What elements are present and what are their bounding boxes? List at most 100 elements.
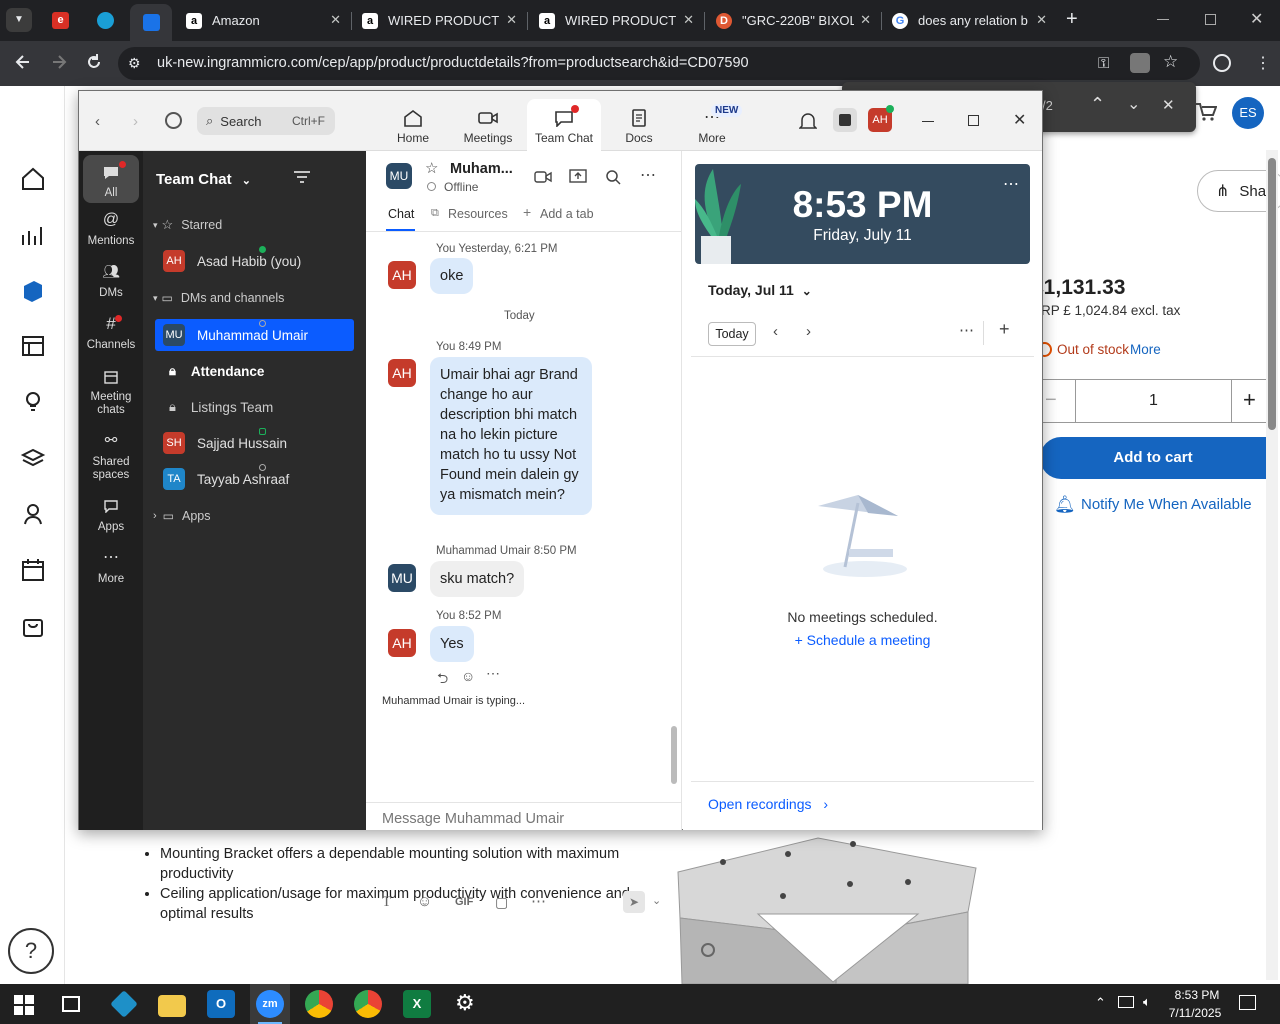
pinned-tab-icon[interactable]: e [52,12,69,29]
menu-icon[interactable]: ⋮ [1255,53,1271,73]
help-icon[interactable]: ? [8,928,54,974]
tab-add[interactable]: Add a tab [540,207,594,221]
shopping-bag-icon[interactable] [20,613,46,639]
list-title[interactable]: Team Chat ⌄ [156,171,251,188]
bookmark-star-icon[interactable]: ☆ [1163,52,1178,72]
chat-item-self[interactable]: AH Asad Habib (you) [155,245,354,277]
dms-section[interactable]: ▾ ▭ DMs and channels [153,291,284,305]
whiteboard-icon[interactable] [833,108,857,132]
rail-apps[interactable]: Apps [83,499,139,534]
video-call-icon[interactable] [534,170,552,184]
outlook-icon[interactable]: O [207,990,235,1018]
open-recordings-link[interactable]: Open recordings › [708,796,828,812]
start-button[interactable] [14,995,34,1015]
screen-share-icon[interactable] [569,169,587,185]
products-icon[interactable] [20,278,46,304]
rail-more[interactable]: ⋯ More [83,550,139,586]
back-icon[interactable]: ‹ [95,113,100,130]
rail-channels[interactable]: # Channels [83,315,139,352]
quantity-input[interactable]: 1 [1149,392,1158,410]
chevron-down-icon[interactable]: ⌄ [652,894,661,907]
site-info-icon[interactable]: ⚙ [128,55,141,72]
calendar-icon[interactable] [20,557,46,583]
password-key-icon[interactable]: ⚿ [1098,55,1109,72]
attach-file-icon[interactable]: ▢ [495,894,508,911]
more-options-icon[interactable]: ⋯ [531,892,546,910]
add-to-cart-button[interactable]: Add to cart [1040,437,1266,479]
file-explorer-icon[interactable] [158,995,186,1017]
clock-time[interactable]: 8:53 PM [1166,988,1228,1002]
search-input[interactable]: ⌕ Search Ctrl+F [197,107,335,135]
browser-tab[interactable]: D "GRC-220B" BIXOLO ✕ [716,0,881,41]
emoji-icon[interactable]: ☺ [417,893,432,910]
profile-icon[interactable] [1213,54,1231,72]
minimize-window-button[interactable] [1157,19,1169,20]
close-window-button[interactable]: ✕ [1250,9,1263,29]
close-window-button[interactable]: ✕ [1013,110,1026,130]
excel-icon[interactable]: X [403,990,431,1018]
network-icon[interactable] [1118,996,1134,1008]
clock-date[interactable]: 7/11/2025 [1162,1006,1228,1020]
new-tab-button[interactable]: + [1066,8,1078,31]
close-icon[interactable]: ✕ [506,12,517,28]
more-options-icon[interactable]: ⋯ [486,665,500,682]
nav-home[interactable]: Home [376,99,450,149]
chat-item-attendance[interactable]: 🔒︎ Attendance [155,355,354,387]
analytics-icon[interactable] [20,222,46,248]
support-person-icon[interactable] [20,501,46,527]
nav-meetings[interactable]: Meetings [451,99,525,149]
rail-all[interactable]: All [83,155,139,203]
message-bubble[interactable]: oke [430,258,474,294]
calendar-date-picker[interactable]: Today, Jul 11 ⌄ [708,282,812,298]
schedule-meeting-link[interactable]: + Schedule a meeting [683,632,1042,648]
chat-item-muhammad-umair[interactable]: MU Muhammad Umair [155,319,354,351]
rail-mentions[interactable]: @ Mentions [83,212,139,248]
find-close-icon[interactable]: ✕ [1162,96,1175,114]
tray-chevron-icon[interactable]: ⌃ [1095,995,1106,1011]
send-button[interactable]: ➤ [623,891,645,913]
more-options-icon[interactable]: ⋯ [640,165,656,185]
chrome-profile-icon[interactable] [354,990,382,1018]
chrome-icon[interactable] [305,990,333,1018]
browser-tab[interactable]: a WIRED PRODUCTIO ✕ [362,0,527,41]
close-icon[interactable]: ✕ [683,12,694,28]
forward-icon[interactable] [50,53,68,71]
find-prev-icon[interactable]: ⌃ [1090,94,1105,115]
settings-gear-icon[interactable]: ⚙ [455,990,475,1016]
nav-team-chat[interactable]: Team Chat [527,99,601,151]
user-avatar[interactable]: ES [1232,97,1264,129]
forward-icon[interactable]: › [133,113,138,130]
page-scrollbar[interactable] [1266,150,1278,980]
find-in-page-icon[interactable] [1130,53,1150,73]
task-view-icon[interactable] [62,996,80,1012]
starred-section[interactable]: ▾ ☆ Starred [153,217,222,233]
filter-icon[interactable] [293,169,311,185]
tab-search-button[interactable]: ▼ [6,8,32,32]
rail-meeting-chats[interactable]: Meeting chats [83,369,139,417]
history-icon[interactable] [165,112,182,129]
prev-day-icon[interactable]: ‹ [773,323,778,340]
notification-center-icon[interactable] [1239,995,1256,1010]
emoji-react-icon[interactable]: ☺ [461,668,475,684]
chat-item-listings-team[interactable]: 🔒︎ Listings Team [155,391,354,423]
stock-more-link[interactable]: More [1130,342,1161,357]
quantity-increase-button[interactable]: + [1243,387,1256,413]
volume-muted-icon[interactable]: 🔈︎ [1143,994,1151,1010]
zoom-taskbar-button[interactable]: zm [250,984,290,1024]
quantity-decrease-button[interactable]: − [1045,389,1057,412]
text-format-icon[interactable]: T [382,894,391,911]
more-options-icon[interactable]: ⋯ [1003,174,1019,194]
reload-icon[interactable] [85,53,103,71]
chat-scrollbar[interactable] [671,726,677,784]
back-icon[interactable] [14,53,32,71]
message-input[interactable]: Message Muhammad Umair [382,811,564,827]
apps-section[interactable]: › ▭ Apps [153,509,211,523]
rail-dms[interactable]: 👥︎ DMs [83,264,139,300]
next-day-icon[interactable]: › [806,323,811,340]
home-icon[interactable] [20,166,46,192]
today-button[interactable]: Today [708,322,756,346]
chat-item-tayyab-ashraaf[interactable]: TA Tayyab Ashraaf [155,463,354,495]
message-bubble[interactable]: sku match? [430,561,525,597]
message-bubble[interactable]: Umair bhai agr Brand change ho aur descr… [430,357,592,515]
url-text[interactable]: uk-new.ingrammicro.com/cep/app/product/p… [157,55,749,71]
